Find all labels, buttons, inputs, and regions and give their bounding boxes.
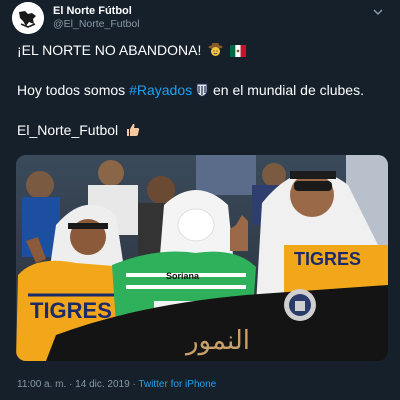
tweet-text-segment: en el mundial de clubes.: [209, 82, 364, 98]
jersey-text-right: TIGRES: [294, 249, 361, 269]
jersey-sponsor-text: Soriana: [166, 271, 200, 281]
tweet-menu-button[interactable]: [372, 6, 386, 20]
tweet-source-link[interactable]: Twitter for iPhone: [138, 379, 216, 390]
fans-photo-illustration: TIGRES Soriana TIGRES النمور: [16, 155, 388, 361]
hashtag-link[interactable]: #Rayados: [129, 82, 192, 98]
thumbs-up-emoji-icon: [125, 122, 140, 141]
avatar[interactable]: [12, 2, 44, 34]
author-display-name[interactable]: El Norte Fútbol: [53, 5, 140, 18]
jersey-text-left: TIGRES: [30, 298, 112, 323]
tweet-header: El Norte Fútbol @El_Norte_Futbol: [12, 2, 388, 34]
tweet-headline: ¡EL NORTE NO ABANDONA!: [17, 42, 202, 58]
soccer-ball-emoji-icon: [195, 83, 209, 101]
tweet-text-segment: Hoy todos somos: [17, 82, 130, 98]
tweet-timestamp[interactable]: 11:00 a. m. · 14 dic. 2019 ·: [17, 379, 138, 390]
banner-arabic-text: النمور: [184, 326, 250, 356]
mexico-flag-emoji-icon: [230, 43, 247, 61]
cowboy-emoji-icon: [208, 42, 223, 61]
tweet-signature: El_Norte_Futbol: [17, 122, 119, 138]
tweet-text-line-3: El_Norte_Futbol: [17, 121, 140, 141]
tweet-text-line-1: ¡EL NORTE NO ABANDONA!: [17, 41, 247, 61]
author-names: El Norte Fútbol @El_Norte_Futbol: [53, 5, 140, 31]
tweet-meta: 11:00 a. m. · 14 dic. 2019 · Twitter for…: [17, 379, 216, 390]
avatar-logo-icon: [12, 2, 44, 34]
tweet-text-line-2: Hoy todos somos #Rayados en el mundial d…: [17, 81, 364, 101]
tweet-photo[interactable]: TIGRES Soriana TIGRES النمور: [16, 155, 388, 361]
chevron-down-icon: [373, 9, 383, 16]
author-handle[interactable]: @El_Norte_Futbol: [53, 18, 140, 31]
